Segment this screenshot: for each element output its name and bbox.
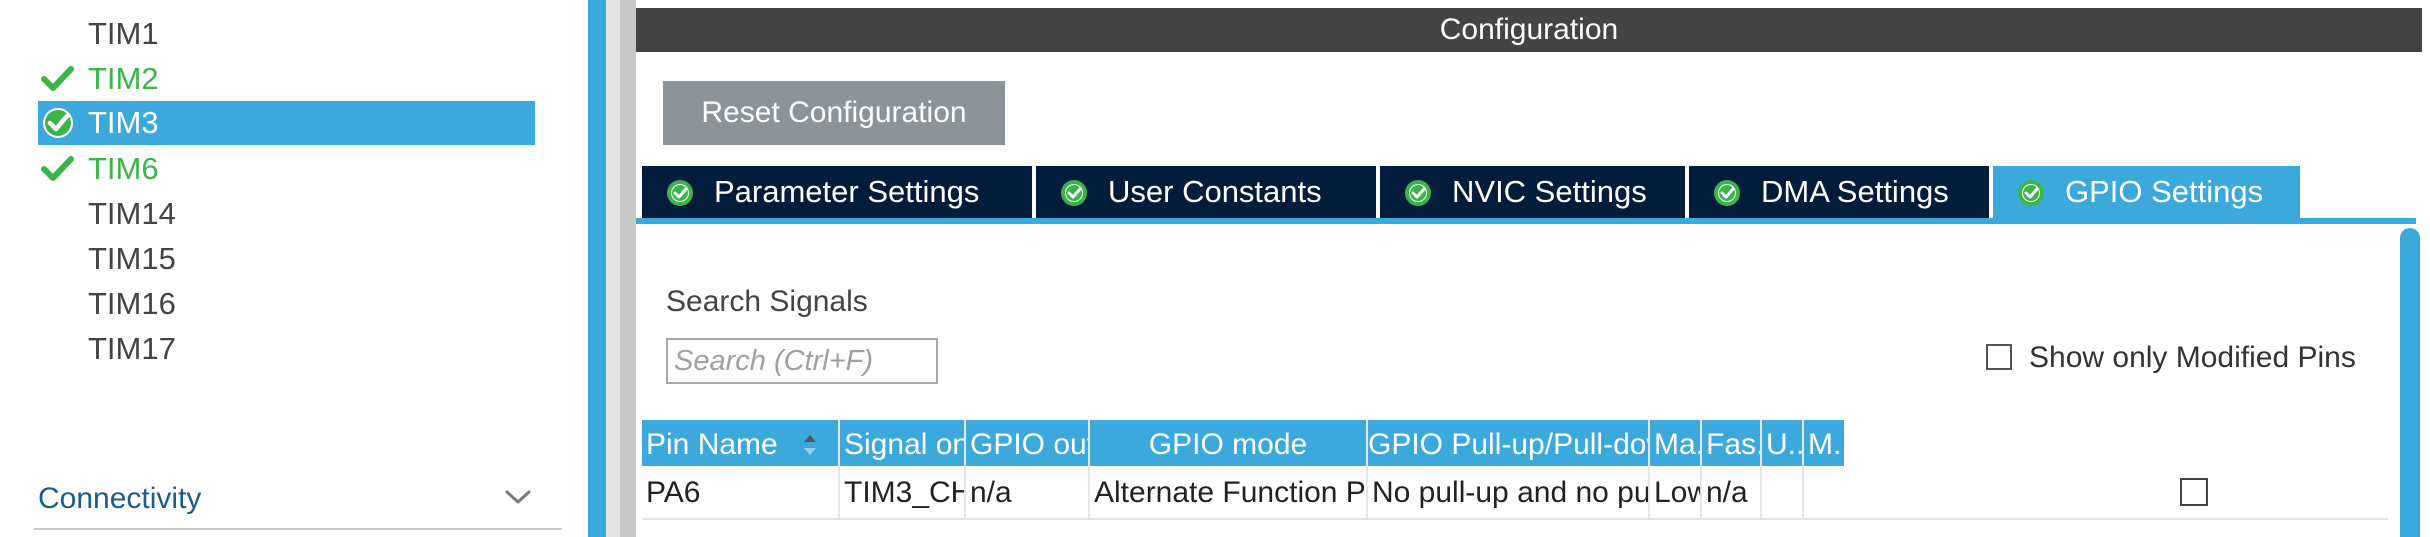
cell-signal-on-pin[interactable]: TIM3_CH1 [840, 470, 964, 516]
tab-parameter-settings[interactable]: Parameter Settings [642, 166, 1032, 218]
column-header-maximum-output-speed[interactable]: Ma... [1650, 420, 1700, 466]
tree-item-tim17[interactable]: TIM17 [38, 327, 535, 371]
tab-nvic-settings[interactable]: NVIC Settings [1380, 166, 1685, 218]
tab-gpio-settings[interactable]: GPIO Settings [1993, 166, 2300, 218]
cell-pin-name[interactable]: PA6 [642, 470, 838, 516]
tree-item-label: TIM17 [88, 331, 176, 366]
tree-item-label: TIM1 [88, 16, 159, 51]
splitter-gap [606, 0, 620, 537]
column-header-modified[interactable]: M... [1804, 420, 1844, 466]
column-header-signal-on-pin[interactable]: Signal on Pin [840, 420, 964, 466]
cell-user-label[interactable] [1762, 470, 1802, 516]
reset-configuration-button[interactable]: Reset Configuration [663, 81, 1005, 145]
tree-item-tim3[interactable]: TIM3 [38, 101, 535, 145]
tree-item-tim1[interactable]: TIM1 [38, 12, 535, 56]
panel-border [620, 0, 636, 537]
check-circle-icon [43, 108, 73, 138]
tab-label: GPIO Settings [2065, 174, 2264, 209]
tree-item-tim16[interactable]: TIM16 [38, 282, 535, 326]
column-header-gpio-mode[interactable]: GPIO mode [1090, 420, 1366, 466]
column-separator [1802, 420, 1804, 520]
tree-item-tim15[interactable]: TIM15 [38, 237, 535, 281]
tab-dma-settings[interactable]: DMA Settings [1689, 166, 1989, 218]
peripheral-tree-panel: TIM1 TIM2 TIM3 TIM6 TIM14 TIM15 TIM16 TI… [0, 0, 588, 537]
tree-item-tim2[interactable]: TIM2 [38, 57, 535, 101]
tree-item-label: TIM3 [88, 105, 159, 140]
tree-item-label: TIM6 [88, 151, 159, 186]
panel-splitter[interactable] [588, 0, 606, 537]
tree-item-label: TIM14 [88, 196, 176, 231]
checkmark-icon [41, 156, 74, 181]
cell-gpio-pull[interactable]: No pull-up and no pull-down [1368, 470, 1648, 516]
checkmark-icon [41, 66, 74, 91]
chevron-down-icon[interactable] [504, 487, 532, 507]
show-modified-pins-label: Show only Modified Pins [2029, 341, 2356, 374]
check-circle-icon [667, 180, 693, 206]
check-circle-icon [2018, 180, 2044, 206]
tree-item-label: TIM15 [88, 241, 176, 276]
divider [34, 528, 562, 530]
tree-item-label: TIM2 [88, 61, 159, 96]
row-divider [642, 518, 2388, 520]
vertical-scrollbar[interactable] [2400, 228, 2420, 537]
column-header-fast-mode[interactable]: Fas... [1702, 420, 1760, 466]
cell-fast-mode[interactable]: n/a [1702, 470, 1760, 516]
tab-label: Parameter Settings [714, 174, 980, 209]
search-signals-input[interactable] [666, 338, 938, 384]
tab-label: User Constants [1108, 174, 1322, 209]
sort-icon[interactable] [802, 432, 818, 458]
cell-gpio-mode[interactable]: Alternate Function Push Pull [1090, 470, 1366, 516]
tree-item-tim14[interactable]: TIM14 [38, 192, 535, 236]
check-circle-icon [1405, 180, 1431, 206]
search-signals-label: Search Signals [666, 285, 868, 318]
check-circle-icon [1714, 180, 1740, 206]
category-connectivity[interactable]: Connectivity [38, 482, 201, 516]
configuration-title: Configuration [636, 8, 2422, 52]
configuration-panel: Configuration Reset Configuration Parame… [636, 0, 2430, 537]
tree-item-label: TIM16 [88, 286, 176, 321]
tree-item-tim6[interactable]: TIM6 [38, 147, 535, 191]
tab-user-constants[interactable]: User Constants [1036, 166, 1376, 218]
tab-label: NVIC Settings [1452, 174, 1647, 209]
column-header-gpio-output-level[interactable]: GPIO outp... [966, 420, 1088, 466]
cell-maximum-output-speed[interactable]: Low [1650, 470, 1700, 516]
modified-checkbox[interactable] [2180, 478, 2208, 506]
column-header-gpio-pull[interactable]: GPIO Pull-up/Pull-down [1368, 420, 1648, 466]
show-modified-pins-checkbox[interactable] [1986, 344, 2012, 370]
column-header-user-label[interactable]: U... [1762, 420, 1802, 466]
tab-label: DMA Settings [1761, 174, 1949, 209]
cell-gpio-output-level[interactable]: n/a [966, 470, 1088, 516]
check-circle-icon [1061, 180, 1087, 206]
